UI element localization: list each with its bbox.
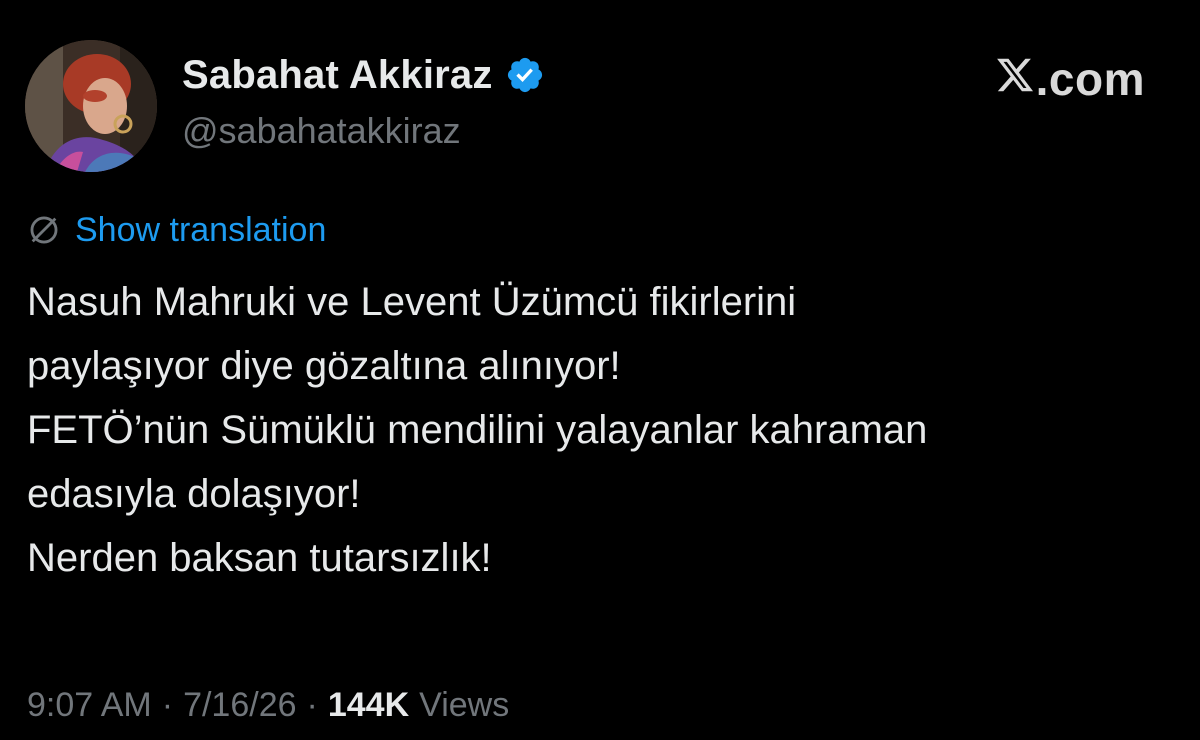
meta-separator: · [161,685,174,724]
author-display-name[interactable]: Sabahat Akkiraz [182,53,493,98]
views-count[interactable]: 144K [328,686,409,725]
avatar[interactable] [25,40,157,172]
meta-separator: · [306,685,318,724]
verified-badge-icon [505,55,545,95]
x-logo-icon [995,52,1035,106]
tweet-text-line: Nasuh Mahruki ve Levent Üzümcü fikirleri… [27,280,797,324]
author-handle[interactable]: @sabahatakkiraz [182,110,461,152]
views-label: Views [419,685,510,724]
tweet-time[interactable]: 9:07 AM [27,686,152,725]
tweet-date[interactable]: 7/16/26 [183,686,296,725]
tweet-text-line: paylaşıyor diye gözaltına alınıyor! [27,344,621,388]
tweet-card: Sabahat Akkiraz @sabahatakkiraz .com Sho… [0,0,1200,740]
author-name-row: Sabahat Akkiraz [182,50,545,100]
globe-translate-icon [27,213,61,247]
tweet-text-line: edasıyla dolaşıyor! [27,472,361,516]
x-brand[interactable]: .com [995,52,1145,106]
site-label: .com [1035,53,1145,105]
tweet-text-line: FETÖ’nün Sümüklü mendilini yalayanlar ka… [27,408,928,452]
tweet-text-line: Nerden baksan tutarsızlık! [27,536,492,580]
tweet-meta-row: 9:07 AM · 7/16/26 · 144K Views [27,682,509,728]
translation-row[interactable]: Show translation [27,208,326,252]
show-translation-link[interactable]: Show translation [75,211,326,250]
tweet-text: Nasuh Mahruki ve Levent Üzümcü fikirleri… [27,270,1177,590]
profile-photo-icon [25,40,157,172]
